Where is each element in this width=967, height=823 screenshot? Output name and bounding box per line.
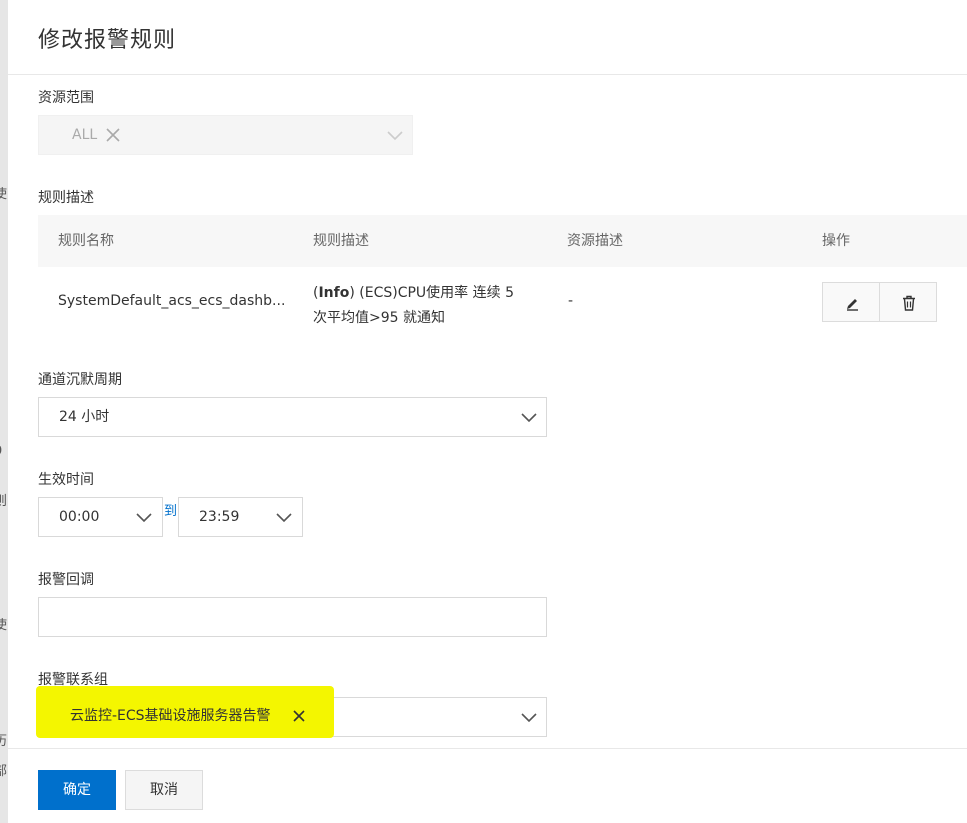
chevron-down-icon [276,510,292,526]
background-text-fragment: 9 [0,444,8,459]
rule-description-cell: (Info) (ECS)CPU使用率 连续 5 次平均值>95 就通知 [313,285,514,326]
time-range-separator: 到 [164,504,178,519]
rules-table-header: 规则名称 规则描述 资源描述 操作 [38,215,967,267]
table-row: SystemDefault_acs_ecs_dashb... (Info) (E… [38,267,967,341]
chevron-down-icon [136,510,152,526]
delete-rule-button[interactable] [879,282,937,322]
resource-scope-tag: ALL [72,127,98,143]
background-page-strip [0,0,8,823]
start-time-select[interactable]: 00:00 [38,497,163,537]
effective-time-label: 生效时间 [38,472,94,488]
confirm-button[interactable]: 确定 [38,770,116,810]
rule-description-line2: 次平均值>95 就通知 [313,310,445,326]
background-text-fragment: 使 [0,618,8,633]
silence-period-label: 通道沉默周期 [38,372,122,388]
column-rule-description: 规则描述 [313,233,369,249]
background-text-fragment: 部 [0,764,8,779]
rule-name-cell: SystemDefault_acs_ecs_dashb... [58,293,286,309]
tag-remove-icon[interactable] [105,127,121,143]
rule-level: Info [318,285,350,301]
resource-scope-select[interactable]: ALL [38,115,413,155]
resource-scope-label: 资源范围 [38,90,94,106]
column-resource-description: 资源描述 [567,233,623,249]
page-title: 修改报警规则 [38,28,177,53]
cancel-button[interactable]: 取消 [125,770,203,810]
callback-label: 报警回调 [38,572,94,588]
rules-label: 规则描述 [38,190,94,206]
rule-description-line1: (ECS)CPU使用率 连续 5 [354,285,514,301]
end-time-value: 23:59 [199,509,240,525]
chevron-down-icon [387,128,403,144]
chevron-down-icon [521,710,537,726]
drawer-footer: 确定 取消 [8,748,967,823]
callback-url-input[interactable] [38,597,547,637]
trash-icon [903,295,915,311]
background-text-fragment: 历 [0,734,8,749]
edit-alarm-rule-drawer: 修改报警规则 资源范围 ALL 规则描述 规则名称 规则描述 资源描述 操作 S… [8,0,967,823]
silence-period-value: 24 小时 [59,409,110,425]
silence-period-select[interactable]: 24 小时 [38,397,547,437]
tag-remove-icon[interactable] [291,708,307,724]
edit-icon [847,299,858,311]
edit-rule-button[interactable] [822,282,880,322]
end-time-select[interactable]: 23:59 [178,497,303,537]
drawer-header: 修改报警规则 [8,0,967,75]
contact-group-tag: 云监控-ECS基础设施服务器告警 [70,708,271,724]
background-text-fragment: 则 [0,494,8,509]
resource-description-cell: - [568,293,574,309]
start-time-value: 00:00 [59,509,100,525]
column-actions: 操作 [822,233,850,249]
background-text-fragment: 使 [0,187,8,202]
column-rule-name: 规则名称 [58,233,114,249]
chevron-down-icon [521,410,537,426]
